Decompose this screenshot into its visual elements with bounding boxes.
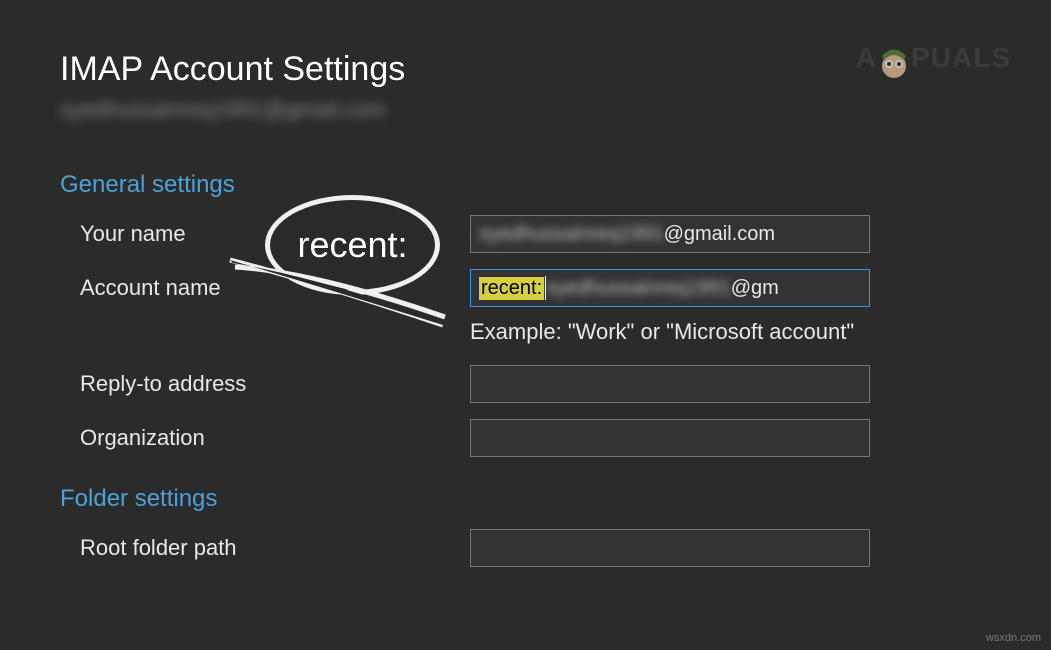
root-folder-label: Root folder path bbox=[80, 535, 470, 561]
account-name-prefix: recent: bbox=[479, 277, 544, 300]
account-email-subtitle: syedhussainreq1991@gmail.com bbox=[0, 89, 1051, 123]
account-name-value-masked: syedhussainreq1991 bbox=[546, 277, 731, 300]
your-name-domain: @gmail.com bbox=[664, 223, 775, 246]
brand-logo: A PUALS bbox=[856, 38, 1011, 78]
your-name-row: Your name syedhussainreq1991 @gmail.com bbox=[0, 207, 1051, 261]
logo-text-right: PUALS bbox=[911, 42, 1011, 74]
logo-avatar-icon bbox=[874, 38, 914, 78]
your-name-value-masked: syedhussainreq1991 bbox=[479, 223, 664, 246]
organization-label: Organization bbox=[80, 425, 470, 451]
organization-row: Organization bbox=[0, 411, 1051, 465]
callout-tail-icon bbox=[225, 257, 455, 337]
root-folder-row: Root folder path bbox=[0, 521, 1051, 575]
account-name-input[interactable]: recent: syedhussainreq1991 @gm bbox=[470, 269, 870, 307]
reply-to-input[interactable] bbox=[470, 365, 870, 403]
folder-settings-header: Folder settings bbox=[0, 465, 1051, 521]
your-name-input[interactable]: syedhussainreq1991 @gmail.com bbox=[470, 215, 870, 253]
root-folder-input[interactable] bbox=[470, 529, 870, 567]
organization-input[interactable] bbox=[470, 419, 870, 457]
reply-to-row: Reply-to address bbox=[0, 357, 1051, 411]
general-settings-header: General settings bbox=[0, 123, 1051, 207]
account-name-row: Account name recent: syedhussainreq1991 … bbox=[0, 261, 1051, 315]
account-name-hint: Example: "Work" or "Microsoft account" bbox=[0, 315, 1051, 357]
callout-annotation: recent: bbox=[265, 195, 440, 295]
account-name-domain: @gm bbox=[731, 277, 779, 300]
attribution-text: wsxdn.com bbox=[986, 632, 1041, 644]
reply-to-label: Reply-to address bbox=[80, 371, 470, 397]
